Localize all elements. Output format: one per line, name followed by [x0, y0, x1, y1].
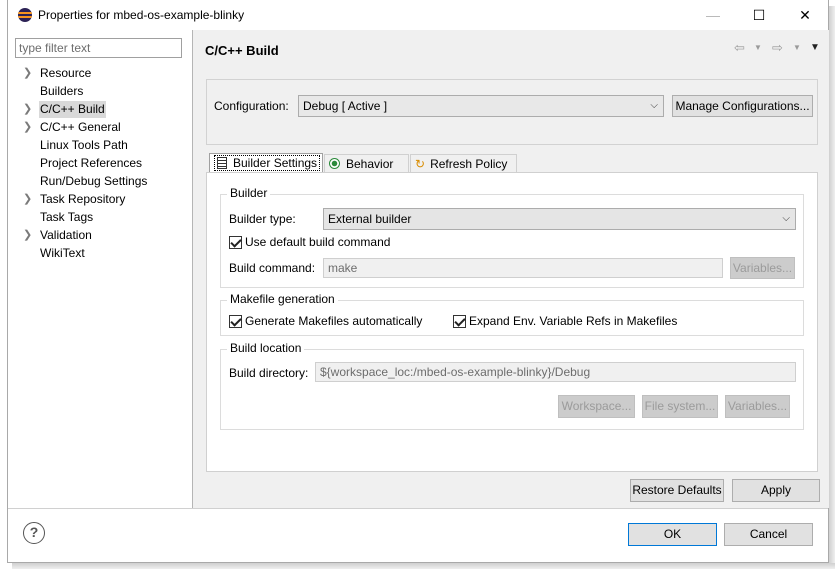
help-icon[interactable]: ?: [23, 522, 45, 544]
chevron-down-icon: ⌵: [650, 100, 658, 111]
forward-arrow-icon[interactable]: ⇨: [772, 40, 783, 56]
cancel-button[interactable]: Cancel: [724, 523, 813, 546]
builder-settings-panel: Builder Builder type: External builder ⌵…: [206, 172, 818, 472]
footer-divider: [8, 508, 828, 509]
tab-label: Builder Settings: [233, 156, 318, 170]
tab-refresh-policy[interactable]: ↻ Refresh Policy: [410, 154, 517, 174]
generate-makefiles-label[interactable]: Generate Makefiles automatically: [245, 314, 422, 328]
tab-label: Behavior: [346, 157, 394, 171]
window-shadow-right: [829, 6, 835, 563]
build-directory-field[interactable]: ${workspace_loc:/mbed-os-example-blinky}…: [315, 362, 796, 382]
tab-label: Refresh Policy: [430, 157, 508, 171]
maximize-button[interactable]: ☐: [736, 0, 782, 30]
page-body: Configuration: Debug [ Active ] ⌵ Manage…: [193, 67, 829, 508]
chevron-right-icon[interactable]: ❯: [23, 229, 33, 241]
use-default-build-command-label[interactable]: Use default build command: [245, 235, 390, 249]
configuration-value: Debug [ Active ]: [303, 99, 388, 113]
tree-item-builders[interactable]: Builders: [8, 82, 192, 100]
configuration-box: Configuration: Debug [ Active ] ⌵ Manage…: [206, 79, 818, 145]
file-system-button[interactable]: File system...: [642, 395, 718, 418]
tree-item-label: Run/Debug Settings: [40, 174, 148, 188]
generate-makefiles-checkbox[interactable]: [229, 315, 242, 328]
location-variables-button[interactable]: Variables...: [725, 395, 790, 418]
expand-env-vars-label[interactable]: Expand Env. Variable Refs in Makefiles: [469, 314, 677, 328]
tree-item-cpp-build[interactable]: ❯ C/C++ Build: [8, 100, 192, 118]
workspace-button[interactable]: Workspace...: [558, 395, 635, 418]
chevron-right-icon[interactable]: ❯: [23, 121, 33, 133]
builder-type-value: External builder: [328, 212, 412, 226]
tree-item-label: C/C++ Build: [39, 101, 106, 118]
tree-item-label: Linux Tools Path: [40, 138, 128, 152]
expand-env-vars-checkbox[interactable]: [453, 315, 466, 328]
title-bar[interactable]: Properties for mbed-os-example-blinky — …: [8, 0, 828, 30]
refresh-icon: ↻: [415, 157, 426, 171]
makefile-generation-group: Makefile generation Generate Makefiles a…: [220, 292, 804, 336]
tree-item-wikitext[interactable]: WikiText: [8, 244, 192, 262]
property-tree-pane: ❯ Resource Builders ❯ C/C++ Build ❯ C/C+…: [8, 30, 192, 508]
page-title: C/C++ Build: [205, 43, 279, 58]
restore-defaults-button[interactable]: Restore Defaults: [630, 479, 724, 502]
tab-builder-settings[interactable]: Builder Settings: [209, 153, 323, 173]
tree-item-label: WikiText: [40, 246, 85, 260]
builder-group: Builder Builder type: External builder ⌵…: [220, 186, 804, 288]
tab-behavior[interactable]: Behavior: [324, 154, 409, 174]
window-title: Properties for mbed-os-example-blinky: [38, 8, 245, 22]
tree-item-validation[interactable]: ❯ Validation: [8, 226, 192, 244]
use-default-build-command-checkbox[interactable]: [229, 236, 242, 249]
tree-item-linux-tools-path[interactable]: Linux Tools Path: [8, 136, 192, 154]
tree-item-cpp-general[interactable]: ❯ C/C++ General: [8, 118, 192, 136]
tree-item-label: Resource: [40, 66, 92, 80]
radio-icon: [329, 158, 340, 169]
tree-item-project-references[interactable]: Project References: [8, 154, 192, 172]
chevron-right-icon[interactable]: ❯: [23, 67, 33, 79]
back-arrow-icon[interactable]: ⇦: [734, 40, 745, 56]
build-command-field[interactable]: make: [323, 258, 723, 278]
tab-builder-settings-inner: Builder Settings: [214, 155, 321, 171]
tree-item-run-debug-settings[interactable]: Run/Debug Settings: [8, 172, 192, 190]
apply-button[interactable]: Apply: [732, 479, 820, 502]
page-header: C/C++ Build ⇦ ▼ ⇨ ▼ ▼: [193, 30, 829, 67]
builder-variables-button[interactable]: Variables...: [730, 257, 795, 279]
tree-item-resource[interactable]: ❯ Resource: [8, 64, 192, 82]
back-dropdown-icon[interactable]: ▼: [754, 43, 762, 52]
close-button[interactable]: ✕: [782, 0, 828, 30]
build-location-group: Build location Build directory: ${worksp…: [220, 341, 804, 430]
configuration-combo[interactable]: Debug [ Active ] ⌵: [298, 95, 664, 117]
build-directory-label: Build directory:: [229, 366, 309, 380]
forward-dropdown-icon[interactable]: ▼: [793, 43, 801, 52]
ok-button[interactable]: OK: [628, 523, 717, 546]
builder-type-combo[interactable]: External builder ⌵: [323, 208, 796, 230]
builder-group-title: Builder: [227, 186, 271, 200]
build-command-label: Build command:: [229, 261, 316, 275]
tree-item-label: Validation: [40, 228, 92, 242]
makefile-group-title: Makefile generation: [227, 292, 338, 306]
tree-item-label: Task Tags: [40, 210, 94, 224]
list-icon: [217, 157, 227, 169]
tree-item-task-tags[interactable]: Task Tags: [8, 208, 192, 226]
tree-item-label: Builders: [40, 84, 84, 98]
chevron-right-icon[interactable]: ❯: [23, 103, 33, 115]
properties-dialog: Properties for mbed-os-example-blinky — …: [7, 0, 829, 563]
chevron-down-icon: ⌵: [782, 213, 790, 224]
builder-type-label: Builder type:: [229, 212, 296, 226]
manage-configurations-button[interactable]: Manage Configurations...: [672, 95, 813, 117]
minimize-button[interactable]: —: [690, 0, 736, 30]
eclipse-logo-icon: [18, 8, 32, 22]
view-menu-icon[interactable]: ▼: [810, 42, 820, 53]
build-location-group-title: Build location: [227, 341, 305, 355]
tree-item-label: Task Repository: [40, 192, 126, 206]
tree-item-label: C/C++ General: [40, 120, 121, 134]
filter-input[interactable]: [15, 38, 182, 58]
tree-item-task-repository[interactable]: ❯ Task Repository: [8, 190, 192, 208]
window-shadow-bottom: [12, 563, 835, 569]
tree-item-label: Project References: [40, 156, 143, 170]
chevron-right-icon[interactable]: ❯: [23, 193, 33, 205]
configuration-label: Configuration:: [214, 99, 289, 113]
